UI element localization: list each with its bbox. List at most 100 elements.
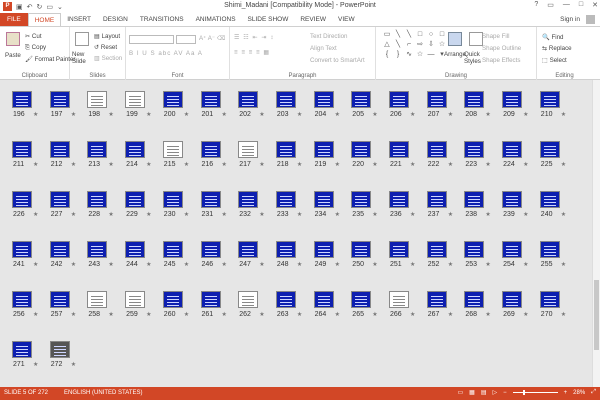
transition-star-icon[interactable]: ★ xyxy=(410,111,415,118)
slide-preview[interactable] xyxy=(49,141,70,158)
slide-thumbnail[interactable]: 260 ★ xyxy=(162,291,189,318)
slide-thumbnail[interactable]: 211 ★ xyxy=(12,141,38,168)
list-buttons[interactable]: ☰ ☷ ⇤ ⇥ ↕ xyxy=(234,34,274,41)
transition-star-icon[interactable]: ★ xyxy=(523,111,528,118)
transition-star-icon[interactable]: ★ xyxy=(410,261,415,268)
slide-preview[interactable] xyxy=(426,141,447,158)
slide-preview[interactable] xyxy=(464,241,485,258)
transition-star-icon[interactable]: ★ xyxy=(146,111,151,118)
slide-preview[interactable] xyxy=(49,191,70,208)
brace-icon[interactable]: { xyxy=(382,50,392,59)
fit-slide-icon[interactable]: ⤢ xyxy=(591,389,596,396)
elbow-connector-icon[interactable]: ⌐ xyxy=(404,40,414,49)
slide-thumbnail[interactable]: 222 ★ xyxy=(426,141,453,168)
transition-star-icon[interactable]: ★ xyxy=(146,311,151,318)
shape-outline-button[interactable]: Shape Outline xyxy=(482,45,521,52)
tab-file[interactable]: FILE xyxy=(0,13,28,26)
slide-preview[interactable] xyxy=(313,241,334,258)
transition-star-icon[interactable]: ★ xyxy=(448,111,453,118)
minimize-button[interactable]: — xyxy=(563,1,570,9)
slide-thumbnail[interactable]: 272 ★ xyxy=(49,341,76,368)
slide-preview[interactable] xyxy=(49,241,70,258)
slide-thumbnail[interactable]: 227 ★ xyxy=(49,191,76,218)
zoom-in-icon[interactable]: + xyxy=(564,390,568,396)
transition-star-icon[interactable]: ★ xyxy=(71,161,76,168)
vertical-scrollbar[interactable] xyxy=(592,80,600,387)
quick-styles-icon[interactable] xyxy=(469,32,483,46)
slide-thumbnail[interactable]: 247 ★ xyxy=(238,241,265,268)
slide-thumbnail[interactable]: 206 ★ xyxy=(389,91,415,118)
triangle-icon[interactable]: △ xyxy=(382,40,392,49)
paste-button[interactable]: Paste xyxy=(5,52,21,59)
align-text-button[interactable]: Align Text xyxy=(310,45,337,52)
slide-preview[interactable] xyxy=(426,191,447,208)
slide-preview[interactable] xyxy=(200,291,221,308)
slide-thumbnail[interactable]: 214 ★ xyxy=(125,141,151,168)
text-direction-button[interactable]: Text Direction xyxy=(310,33,347,40)
slide-preview[interactable] xyxy=(162,191,183,208)
scrollbar-thumb[interactable] xyxy=(594,280,599,350)
slide-preview[interactable] xyxy=(12,91,32,108)
slide-preview[interactable] xyxy=(87,91,108,108)
font-format-buttons[interactable]: B I U S abc AV Aa A xyxy=(129,50,203,57)
slide-thumbnail[interactable]: 240 ★ xyxy=(539,191,566,218)
slide-thumbnail[interactable]: 224 ★ xyxy=(502,141,528,168)
slide-preview[interactable] xyxy=(426,241,447,258)
transition-star-icon[interactable]: ★ xyxy=(146,211,151,218)
slide-preview[interactable] xyxy=(125,191,146,208)
slide-thumbnail[interactable]: 264 ★ xyxy=(313,291,340,318)
slide-preview[interactable] xyxy=(389,141,409,158)
section-button[interactable]: ▥ Section xyxy=(94,55,122,62)
slide-preview[interactable] xyxy=(12,241,32,258)
transition-star-icon[interactable]: ★ xyxy=(372,211,377,218)
arrange-button[interactable]: Arrange xyxy=(444,51,466,58)
arrow-icon[interactable]: ⇨ xyxy=(415,40,425,49)
zoom-out-icon[interactable]: − xyxy=(503,390,507,396)
transition-star-icon[interactable]: ★ xyxy=(523,311,528,318)
slide-thumbnail[interactable]: 261 ★ xyxy=(200,291,227,318)
slide-thumbnail[interactable]: 200 ★ xyxy=(162,91,189,118)
text-box-icon[interactable]: ▭ xyxy=(382,30,392,39)
slide-thumbnail[interactable]: 252 ★ xyxy=(426,241,453,268)
slide-thumbnail[interactable]: 246 ★ xyxy=(200,241,227,268)
transition-star-icon[interactable]: ★ xyxy=(184,211,189,218)
transition-star-icon[interactable]: ★ xyxy=(523,161,528,168)
transition-star-icon[interactable]: ★ xyxy=(448,261,453,268)
slide-preview[interactable] xyxy=(162,291,183,308)
slide-preview[interactable] xyxy=(12,291,32,308)
shape-fill-button[interactable]: Shape Fill xyxy=(482,33,510,40)
slide-preview[interactable] xyxy=(313,291,334,308)
slide-thumbnail[interactable]: 258 ★ xyxy=(87,291,114,318)
slide-thumbnail[interactable]: 235 ★ xyxy=(351,191,378,218)
slide-preview[interactable] xyxy=(389,191,409,208)
slide-thumbnail[interactable]: 251 ★ xyxy=(389,241,415,268)
reading-view-icon[interactable]: ▤ xyxy=(481,389,487,396)
slide-thumbnail[interactable]: 257 ★ xyxy=(49,291,76,318)
shape-effects-button[interactable]: Shape Effects xyxy=(482,57,520,64)
slide-thumbnail[interactable]: 245 ★ xyxy=(162,241,189,268)
slide-preview[interactable] xyxy=(426,291,447,308)
transition-star-icon[interactable]: ★ xyxy=(297,261,302,268)
slide-preview[interactable] xyxy=(87,141,108,158)
slide-preview[interactable] xyxy=(464,141,485,158)
transition-star-icon[interactable]: ★ xyxy=(372,111,377,118)
transition-star-icon[interactable]: ★ xyxy=(222,111,227,118)
slide-thumbnail[interactable]: 199 ★ xyxy=(125,91,151,118)
slide-preview[interactable] xyxy=(539,241,560,258)
slide-preview[interactable] xyxy=(87,241,108,258)
line-icon[interactable]: ╲ xyxy=(404,30,414,39)
rectangle-icon[interactable]: □ xyxy=(415,30,425,39)
brace-icon[interactable]: } xyxy=(393,50,403,59)
slide-preview[interactable] xyxy=(238,191,259,208)
slide-preview[interactable] xyxy=(125,291,146,308)
transition-star-icon[interactable]: ★ xyxy=(33,211,38,218)
transition-star-icon[interactable]: ★ xyxy=(71,111,76,118)
slide-thumbnail[interactable]: 207 ★ xyxy=(426,91,453,118)
slide-preview[interactable] xyxy=(313,91,334,108)
transition-star-icon[interactable]: ★ xyxy=(184,311,189,318)
slide-thumbnail[interactable]: 205 ★ xyxy=(351,91,378,118)
slide-thumbnail[interactable]: 244 ★ xyxy=(125,241,151,268)
transition-star-icon[interactable]: ★ xyxy=(335,161,340,168)
transition-star-icon[interactable]: ★ xyxy=(33,161,38,168)
transition-star-icon[interactable]: ★ xyxy=(485,161,490,168)
